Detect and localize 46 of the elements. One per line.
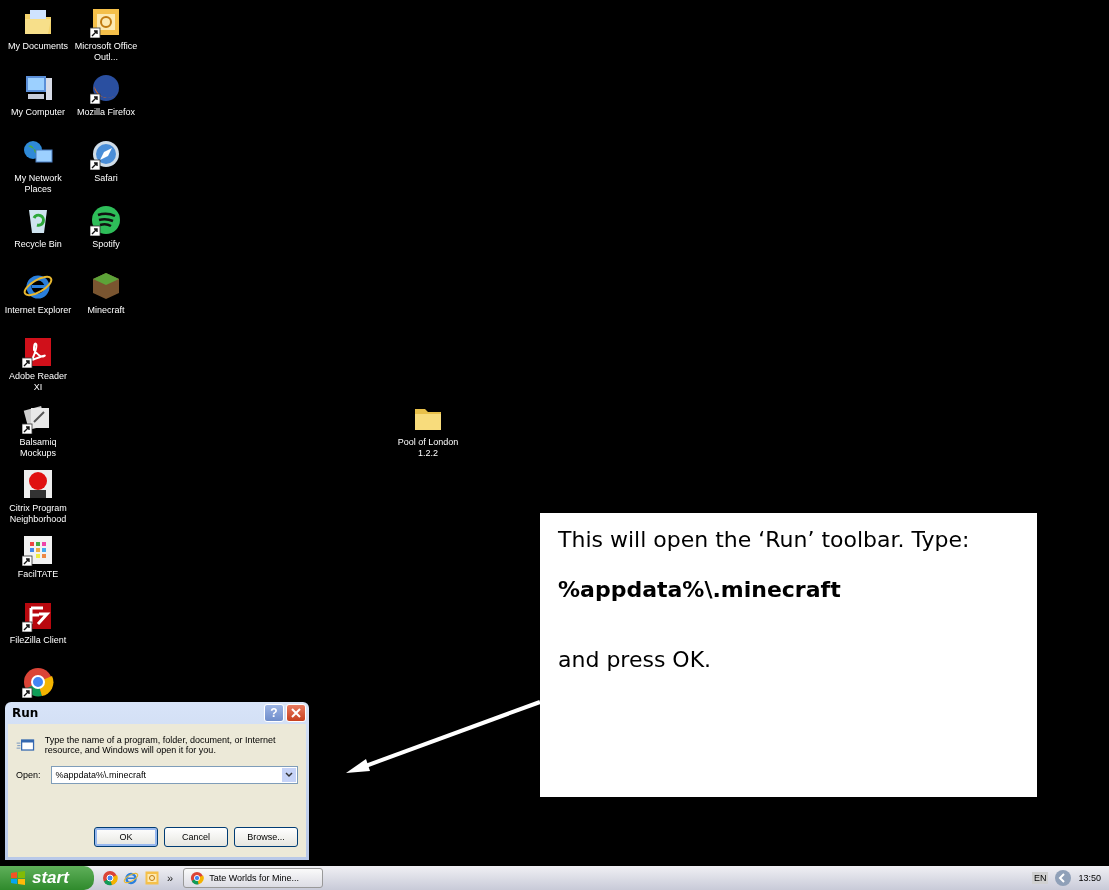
icon-label: Citrix Program Neighborhood	[8, 503, 68, 525]
description-text: Type the name of a program, folder, document, or Internet resource, and Windows will open it for you.	[44, 735, 277, 755]
dialog-button[interactable]: Cancel	[164, 827, 228, 847]
language-indicator[interactable]: EN	[1031, 872, 1049, 884]
window-title: Run	[11, 706, 40, 720]
icon-label: My Computer	[10, 107, 66, 118]
instruction-text: This will open the ‘Run’ toolbar. Type:	[558, 526, 971, 554]
chevron-left-icon[interactable]	[1054, 869, 1073, 887]
command-text: %appdata%\.minecraft	[558, 576, 842, 604]
icon-label: Microsoft Office Outl...	[73, 41, 139, 63]
browser-icon[interactable]	[90, 72, 122, 104]
chevron-down-icon	[285, 772, 293, 778]
icon-label: Internet Explorer	[4, 305, 72, 316]
icon-label: Balsamiq Mockups	[18, 437, 58, 459]
windows-logo-icon	[10, 871, 26, 885]
close-icon	[291, 708, 301, 718]
icon-label: FileZilla Client	[8, 635, 68, 646]
dropdown-button[interactable]	[282, 768, 296, 782]
more-button[interactable]: »	[165, 872, 176, 884]
grid-icon[interactable]	[22, 534, 54, 566]
icon-label: FacilTATE	[16, 569, 60, 580]
dialog-button[interactable]: Browse...	[234, 827, 298, 847]
icon-label: Spotify	[91, 239, 121, 250]
icon-label: My Documents	[7, 41, 69, 52]
icon-label: Pool of London 1.2.2	[396, 437, 460, 459]
compass-icon[interactable]	[90, 138, 122, 170]
icon-label: Safari	[93, 173, 119, 184]
open-label: Open:	[16, 770, 41, 780]
clock: 13:50	[1078, 873, 1101, 883]
dialog-button[interactable]: OK	[94, 827, 158, 847]
taskbar-button[interactable]: Tate Worlds for Mine...	[183, 868, 324, 888]
open-combo-box[interactable]: %appdata%\.minecraft	[50, 766, 298, 784]
close-button[interactable]	[286, 704, 306, 722]
pdf-icon[interactable]	[22, 336, 54, 368]
fz-icon[interactable]	[22, 600, 54, 632]
calendar-icon[interactable]	[90, 6, 122, 38]
browser-icon	[190, 871, 205, 885]
icon-label: Adobe Reader XI	[7, 371, 68, 393]
icon-label: Mozilla Firefox	[76, 107, 136, 118]
music-icon[interactable]	[90, 204, 122, 236]
instruction-text: and press OK.	[558, 646, 713, 674]
icon-label: My Network Places	[13, 173, 63, 195]
icon-label: Minecraft	[86, 305, 126, 316]
grass-block-icon[interactable]	[90, 270, 122, 302]
icon-label: Recycle Bin	[13, 239, 63, 250]
browser-icon[interactable]	[22, 666, 54, 698]
